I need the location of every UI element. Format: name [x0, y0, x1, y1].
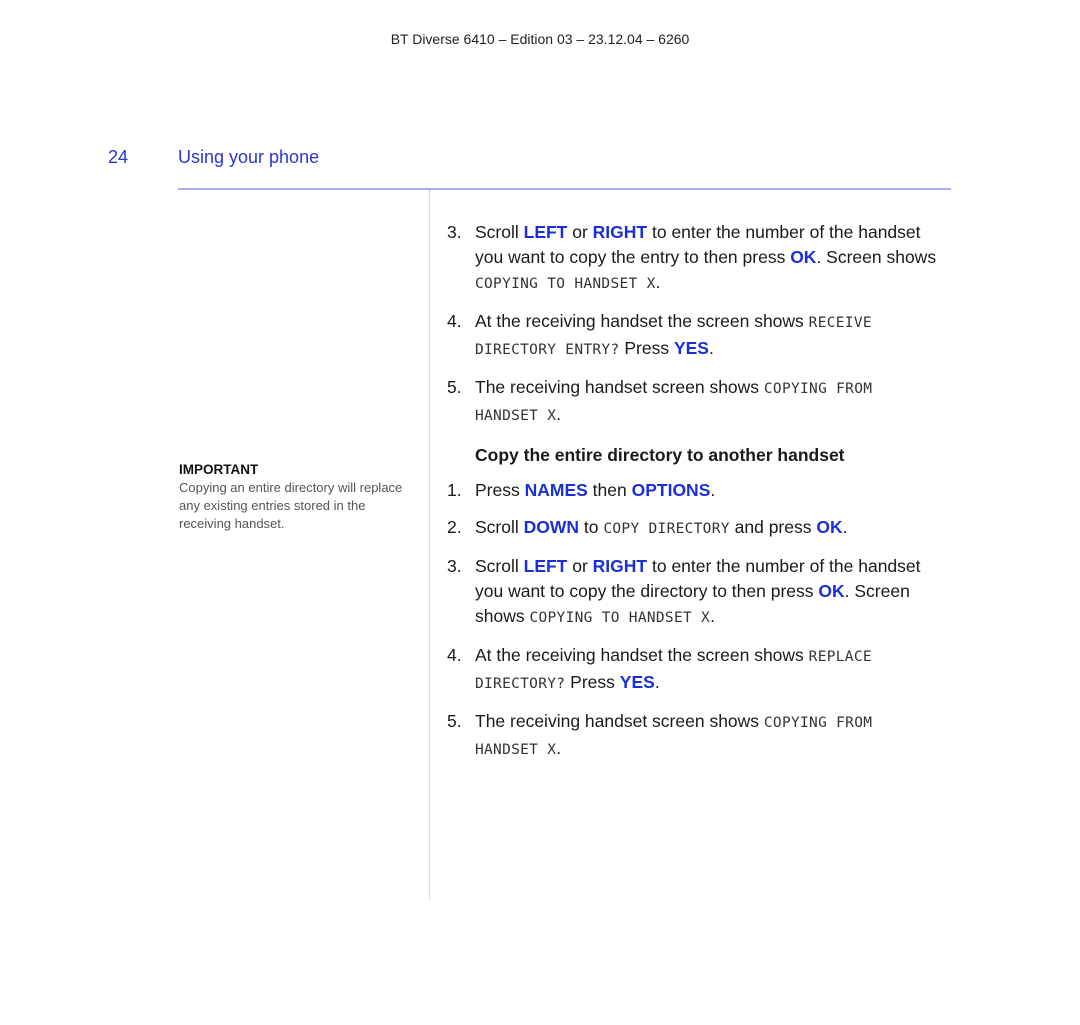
key-name: RIGHT: [592, 222, 648, 242]
key-name: RIGHT: [592, 556, 648, 576]
step-number: 3.: [447, 556, 462, 576]
screen-text: COPY DIRECTORY: [603, 521, 730, 537]
key-name: LEFT: [523, 556, 568, 576]
step-text: At the receiving handset the screen show…: [475, 643, 937, 697]
key-name: YES: [673, 338, 709, 358]
step-text: Scroll LEFT or RIGHT to enter the number…: [475, 220, 937, 297]
step-text: Press NAMES then OPTIONS.: [475, 478, 937, 503]
text-run: The receiving handset screen shows: [475, 711, 764, 731]
text-run: .: [556, 404, 562, 424]
key-name: OPTIONS: [631, 480, 711, 500]
step-item: 5. The receiving handset screen shows COP…: [447, 709, 937, 763]
key-name: OK: [816, 517, 843, 537]
text-run: Scroll: [475, 222, 524, 242]
screen-text: COPYING TO HANDSET X: [529, 610, 711, 626]
directory-steps-list: 1. Press NAMES then OPTIONS. 2. Scroll DOWN…: [447, 478, 937, 763]
text-run: or: [567, 222, 593, 242]
important-label: IMPORTANT: [179, 462, 259, 477]
text-run: or: [567, 556, 593, 576]
screen-text: COPYING TO HANDSET X: [475, 276, 656, 292]
text-run: Press: [565, 672, 620, 692]
text-run: and press: [729, 517, 817, 537]
step-text: Scroll LEFT or RIGHT to enter the number…: [475, 554, 937, 631]
important-text: Copying an entire directory will replace…: [179, 480, 403, 531]
step-number: 2.: [447, 517, 462, 537]
key-name: DOWN: [523, 517, 580, 537]
step-number: 5.: [447, 711, 462, 731]
key-name: NAMES: [524, 480, 588, 500]
text-run: .: [655, 272, 661, 292]
step-item: 5. The receiving handset screen shows COP…: [447, 375, 937, 429]
text-run: Scroll: [475, 517, 524, 537]
key-name: YES: [619, 672, 655, 692]
main-column: 3. Scroll LEFT or RIGHT to enter the numb…: [447, 220, 937, 775]
text-run: The receiving handset screen shows: [475, 377, 764, 397]
step-number: 5.: [447, 377, 462, 397]
key-name: OK: [790, 247, 817, 267]
step-item: 1. Press NAMES then OPTIONS.: [447, 478, 937, 503]
text-run: At the receiving handset the screen show…: [475, 311, 809, 331]
step-number: 4.: [447, 645, 462, 665]
text-run: to: [579, 517, 604, 537]
key-name: OK: [818, 581, 845, 601]
text-run: .: [710, 480, 716, 500]
column-divider: [429, 190, 430, 900]
document-header: BT Diverse 6410 – Edition 03 – 23.12.04 …: [390, 31, 690, 47]
important-note: IMPORTANT Copying an entire directory wi…: [179, 461, 419, 533]
text-run: .: [710, 606, 715, 626]
step-item: 4. At the receiving handset the screen sh…: [447, 643, 937, 697]
step-item: 3. Scroll LEFT or RIGHT to enter the numb…: [447, 220, 937, 297]
text-run: At the receiving handset the screen show…: [475, 645, 809, 665]
text-run: . Screen shows: [816, 247, 937, 267]
step-number: 1.: [447, 480, 462, 500]
text-run: then: [587, 480, 632, 500]
step-text: The receiving handset screen shows COPYI…: [475, 375, 937, 429]
step-number: 3.: [447, 222, 462, 242]
step-item: 3. Scroll LEFT or RIGHT to enter the numb…: [447, 554, 937, 631]
section-title: Using your phone: [178, 147, 320, 167]
page-number: 24: [108, 147, 129, 167]
text-run: Scroll: [475, 556, 524, 576]
step-item: 4. At the receiving handset the screen sh…: [447, 309, 937, 363]
header-rule: [178, 188, 951, 190]
entry-steps-list: 3. Scroll LEFT or RIGHT to enter the numb…: [447, 220, 937, 429]
step-item: 2. Scroll DOWN to COPY DIRECTORY and pres…: [447, 515, 937, 542]
step-text: At the receiving handset the screen show…: [475, 309, 937, 363]
step-number: 4.: [447, 311, 462, 331]
text-run: Press: [619, 338, 674, 358]
text-run: .: [842, 517, 848, 537]
text-run: .: [556, 738, 562, 758]
key-name: LEFT: [523, 222, 568, 242]
text-run: .: [708, 338, 714, 358]
subheading: Copy the entire directory to another han…: [475, 445, 845, 465]
step-text: The receiving handset screen shows COPYI…: [475, 709, 937, 763]
step-text: Scroll DOWN to COPY DIRECTORY and press …: [475, 515, 937, 542]
text-run: Press: [475, 480, 525, 500]
text-run: .: [654, 672, 660, 692]
